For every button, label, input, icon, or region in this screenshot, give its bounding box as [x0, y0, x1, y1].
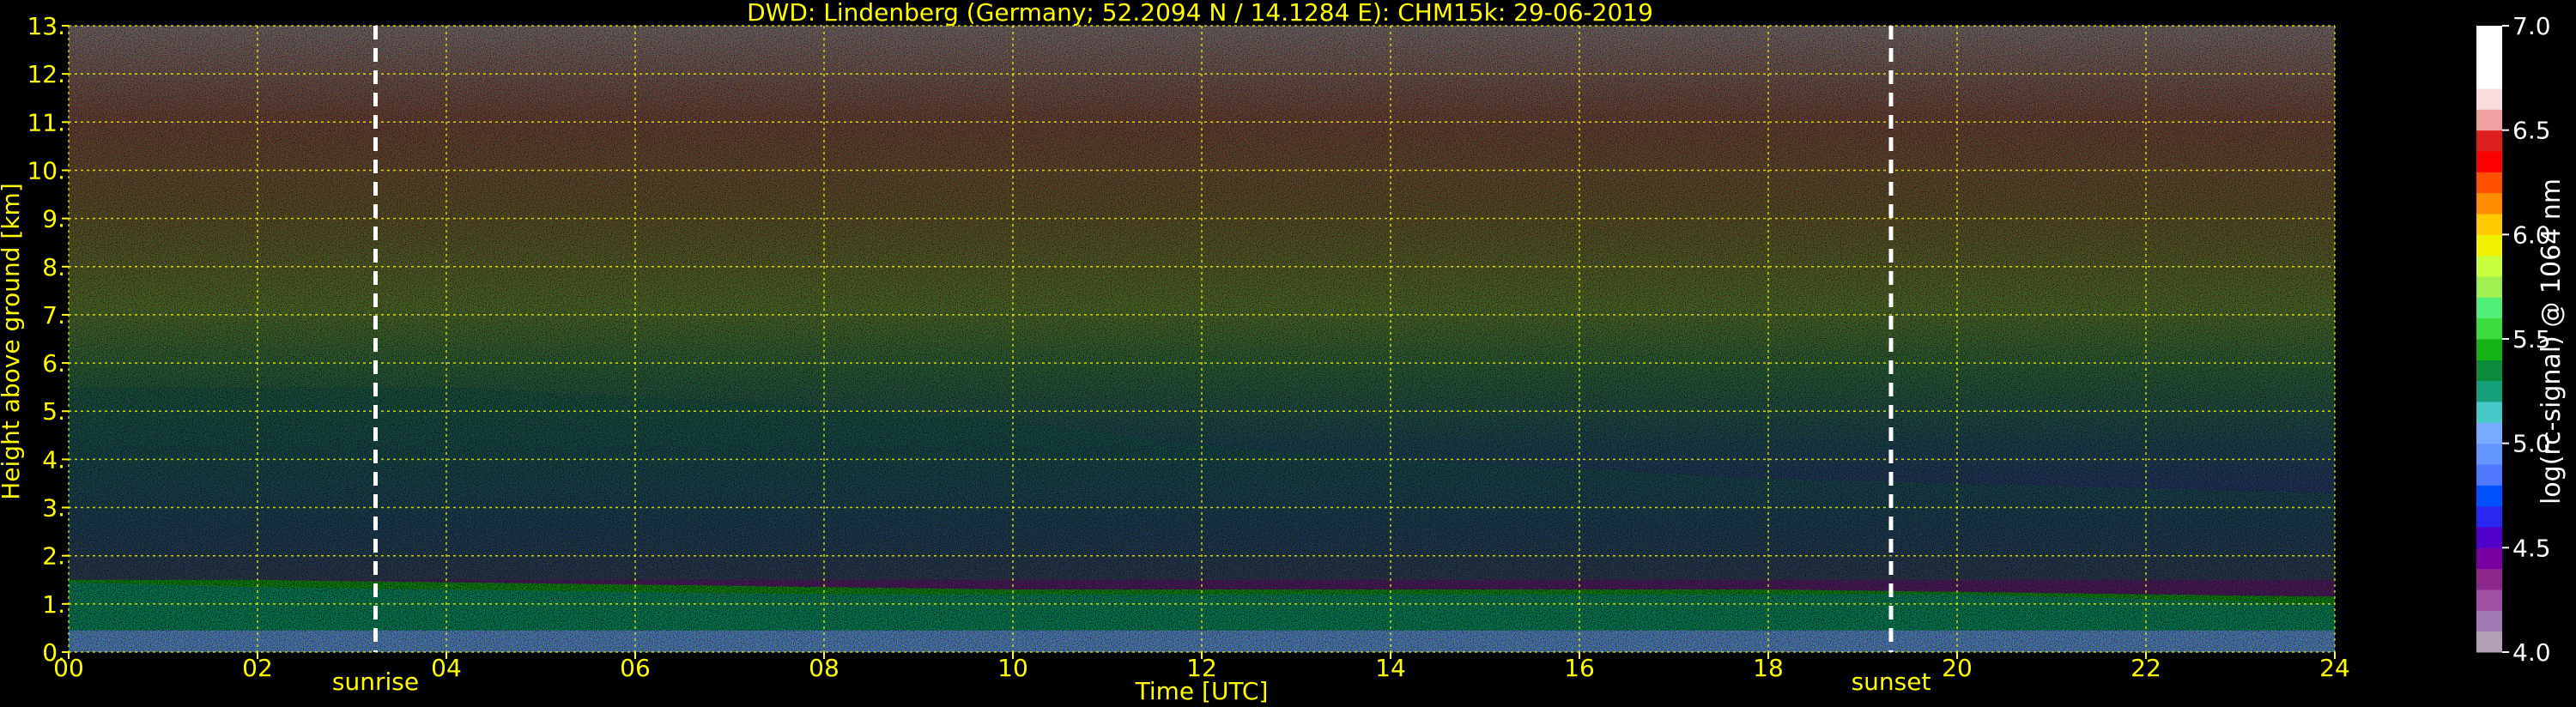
y-tick-label: 9. [42, 205, 65, 233]
colorbar-segment [2476, 610, 2502, 632]
colorbar-segment [2476, 485, 2502, 507]
colorbar-segment [2476, 527, 2502, 548]
x-tick-label: 24 [2319, 654, 2350, 682]
colorbar-segment [2476, 380, 2502, 402]
sun-labels: sunrise sunset [332, 668, 1931, 696]
colorbar-segment [2476, 505, 2502, 528]
y-tick-label: 8. [42, 253, 65, 281]
colorbar-tick-label: 4.0 [2512, 638, 2551, 667]
y-axis-label: Height above ground [km] [0, 183, 25, 500]
colorbar-segment [2476, 589, 2502, 611]
y-tick-label: 4. [42, 445, 65, 474]
colorbar-tick-label: 6.5 [2512, 117, 2551, 145]
y-tick-label: 13. [27, 12, 65, 40]
x-tick-label: 10 [997, 654, 1028, 682]
colorbar-segment [2476, 46, 2502, 69]
colorbar-segment [2476, 67, 2502, 89]
lidar-chart: DWD: Lindenberg (Germany; 52.2094 N / 14… [0, 0, 2567, 705]
colorbar-segment [2476, 443, 2502, 465]
x-tick-label: 14 [1375, 654, 1406, 682]
x-tick-label: 18 [1753, 654, 1784, 682]
colorbar-segment [2476, 234, 2502, 257]
y-tick-label: 2. [42, 542, 65, 571]
y-tick-label: 3. [42, 494, 65, 523]
x-tick-label: 22 [2131, 654, 2161, 682]
colorbar-segment [2476, 631, 2502, 653]
y-tick-label: 12. [27, 60, 65, 88]
colorbar-segment [2476, 214, 2502, 235]
colorbar-segment [2476, 172, 2502, 194]
colorbar-segment [2476, 464, 2502, 486]
colorbar-segment [2476, 317, 2502, 340]
y-tick-label: 5. [42, 397, 65, 426]
colorbar-segment [2476, 339, 2502, 360]
x-tick-label: 04 [431, 654, 462, 682]
x-tick-label: 16 [1564, 654, 1595, 682]
colorbar-segment [2476, 109, 2502, 131]
y-tick-label: 11. [27, 108, 65, 136]
colorbar-segment [2476, 297, 2502, 319]
y-tick-label: 7. [42, 301, 65, 329]
y-tick-label: 6. [42, 349, 65, 378]
y-axis-ticks: 0.1.2.3.4.5.6.7.8.9.10.11.12.13. [27, 12, 69, 667]
colorbar-segment [2476, 192, 2502, 215]
colorbar-segment [2476, 402, 2502, 423]
x-tick-label: 02 [242, 654, 273, 682]
colorbar-segment [2476, 151, 2502, 172]
colorbar-label: log(rc-signal) @ 1064 nm [2537, 178, 2567, 505]
colorbar-segment [2476, 130, 2502, 152]
x-tick-label: 06 [620, 654, 651, 682]
x-tick-label: 08 [809, 654, 839, 682]
colorbar-segment [2476, 88, 2502, 110]
colorbar [2476, 26, 2502, 653]
x-axis-label: Time [UTC] [1135, 677, 1269, 705]
colorbar-segment [2476, 547, 2502, 570]
colorbar-segment [2476, 276, 2502, 298]
x-tick-label: 00 [53, 654, 84, 682]
sunset-label: sunset [1852, 668, 1931, 696]
x-tick-label: 20 [1942, 654, 1973, 682]
colorbar-segment [2476, 26, 2502, 47]
colorbar-segment [2476, 422, 2502, 444]
y-tick-label: 10. [27, 156, 65, 184]
y-tick-label: 1. [42, 590, 65, 619]
chart-title: DWD: Lindenberg (Germany; 52.2094 N / 14… [747, 0, 1653, 27]
colorbar-segment [2476, 255, 2502, 277]
colorbar-segment [2476, 568, 2502, 590]
sunrise-label: sunrise [332, 668, 419, 696]
plot-area [68, 25, 2336, 653]
colorbar-segment [2476, 360, 2502, 382]
colorbar-tick-label: 7.0 [2512, 12, 2551, 40]
colorbar-tick-label: 4.5 [2512, 534, 2551, 562]
